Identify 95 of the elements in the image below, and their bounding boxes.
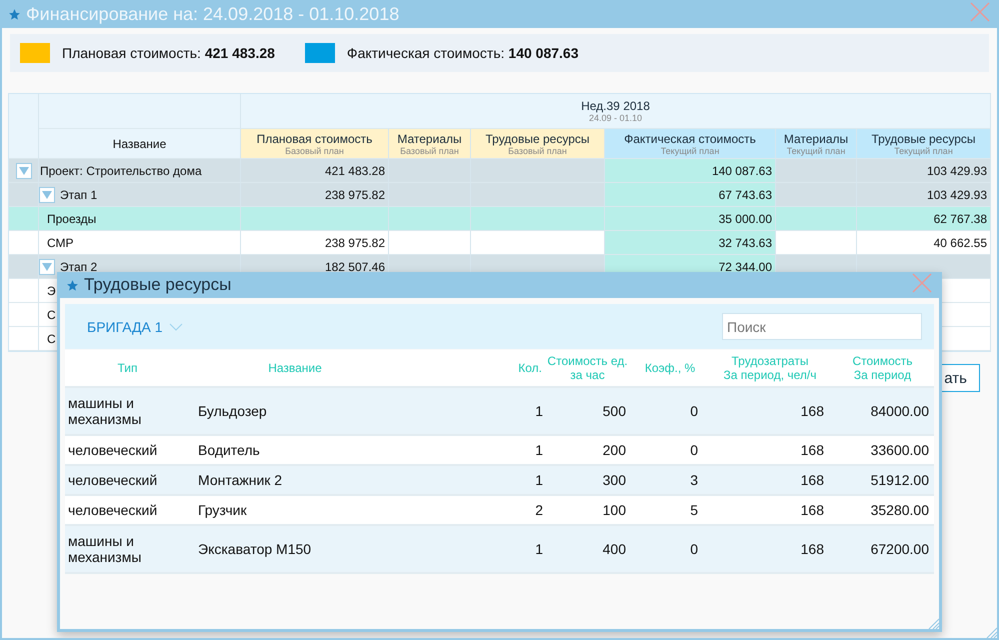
resize-grip-icon[interactable] [985,626,997,638]
column-header: Материалы [784,132,848,146]
table-cell-text: машины и механизмы [68,533,142,565]
row-name: Проезды [47,212,96,226]
column-header: Трудовые ресурсы [872,132,976,146]
column-header: Кол. [518,361,542,375]
table-cell: 67 743.63 [605,183,776,207]
row-name: СМР [47,236,74,250]
table-cell: 168 [800,442,824,458]
dialog-title: Трудовые ресурсы [84,275,232,295]
period-title: Нед.39 2018 [581,99,650,113]
table-cell: 62 767.38 [857,207,991,231]
legend-text: Плановая стоимость: 421 483.28 [62,45,275,61]
column-header: Название [39,129,241,159]
table-cell: Экскаватор М150 [198,541,312,557]
table-cell: 84000.00 [870,403,929,419]
row-name: Э [47,284,56,298]
table-cell: 168 [800,502,824,518]
column-header: Коэф., % [644,361,696,375]
table-cell: 32 743.63 [605,231,776,255]
table-cell: Грузчик [198,502,247,518]
expand-toggle[interactable] [16,162,32,178]
caret-icon [42,190,52,198]
table-cell: 35280.00 [870,502,929,518]
table-cell: 0 [690,442,698,458]
table-cell: 67200.00 [870,541,929,557]
column-header: Название [268,361,322,375]
column-header: Трудовые ресурсы [486,132,590,146]
caret-icon [18,166,28,174]
expand-toggle[interactable] [39,258,55,274]
legend-text: Фактическая стоимость: 140 087.63 [346,45,578,61]
window-title: Финансирование на: 24.09.2018 - 01.10.2018 [26,4,400,24]
table-cell: человеческий [68,472,158,488]
table-cell: 0 [690,403,698,419]
table-cell: 238 975.82 [241,183,389,207]
table-cell: 35 000.00 [605,207,776,231]
column-subheader: Базовый план [508,146,567,156]
table-cell: 168 [800,472,824,488]
table-cell: 300 [602,472,626,488]
column-subheader: Базовый план [400,146,459,156]
table-cell: 421 483.28 [241,159,389,183]
table-cell: 1 [535,541,543,557]
table-cell-text: машины и механизмы [68,395,142,427]
table-cell: человеческий [68,502,158,518]
table-cell: 500 [602,403,626,419]
table-cell: 100 [602,502,626,518]
table-cell: 5 [690,502,698,518]
column-subheader: Текущий план [660,146,720,156]
column-header: Стоимость За период [852,354,913,382]
table-cell: Бульдозер [198,403,267,419]
column-header: Тип [117,361,138,375]
period-dates: 24.09 - 01.10 [588,113,642,123]
column-header: Плановая стоимость [256,132,372,146]
table-cell: человеческий [68,442,158,458]
table-cell: 1 [535,403,543,419]
row-name: Этап 2 [60,260,98,274]
column-header: Материалы [397,132,462,146]
row-name: Проект: Строительство дома [40,164,202,178]
row-name: С [47,308,56,322]
table-cell: Монтажник 2 [198,472,282,488]
table-cell: 400 [602,541,626,557]
table-cell: 40 662.55 [857,231,991,255]
table-cell: 103 429.93 [857,183,991,207]
table-cell: 168 [800,541,824,557]
row-name: Этап 1 [60,188,98,202]
chevron-down-icon [168,322,183,330]
table-cell: 1 [535,472,543,488]
column-subheader: Текущий план [786,146,846,156]
star-icon [8,8,21,20]
table-cell: 200 [602,442,626,458]
table-cell: 51912.00 [870,472,929,488]
column-header: Трудозатраты За период, чел/ч [724,354,816,382]
table-cell: 3 [690,472,698,488]
caret-icon [42,262,52,270]
table-cell: 140 087.63 [605,159,776,183]
column-subheader: Базовый план [285,146,344,156]
table-cell: 2 [535,502,543,518]
table-cell: 238 975.82 [241,231,389,255]
table-cell: 0 [690,541,698,557]
expand-toggle[interactable] [39,186,55,202]
resize-grip-icon[interactable] [927,617,939,629]
table-cell: 103 429.93 [857,159,991,183]
star-icon [66,278,79,292]
close-icon[interactable] [969,0,991,22]
table-cell: Водитель [198,442,260,458]
column-subheader: Текущий план [894,146,953,156]
brigade-dropdown[interactable]: БРИГАДА 1 [87,318,183,334]
table-cell: 1 [535,442,543,458]
table-cell: 33600.00 [870,442,929,458]
column-header: Фактическая стоимость [624,132,756,146]
column-header: Стоимость ед. за час [547,354,628,382]
search-field[interactable]: Поиск [722,313,922,340]
row-name: С [47,332,56,346]
table-cell: 168 [800,403,824,419]
close-icon[interactable] [911,272,933,294]
